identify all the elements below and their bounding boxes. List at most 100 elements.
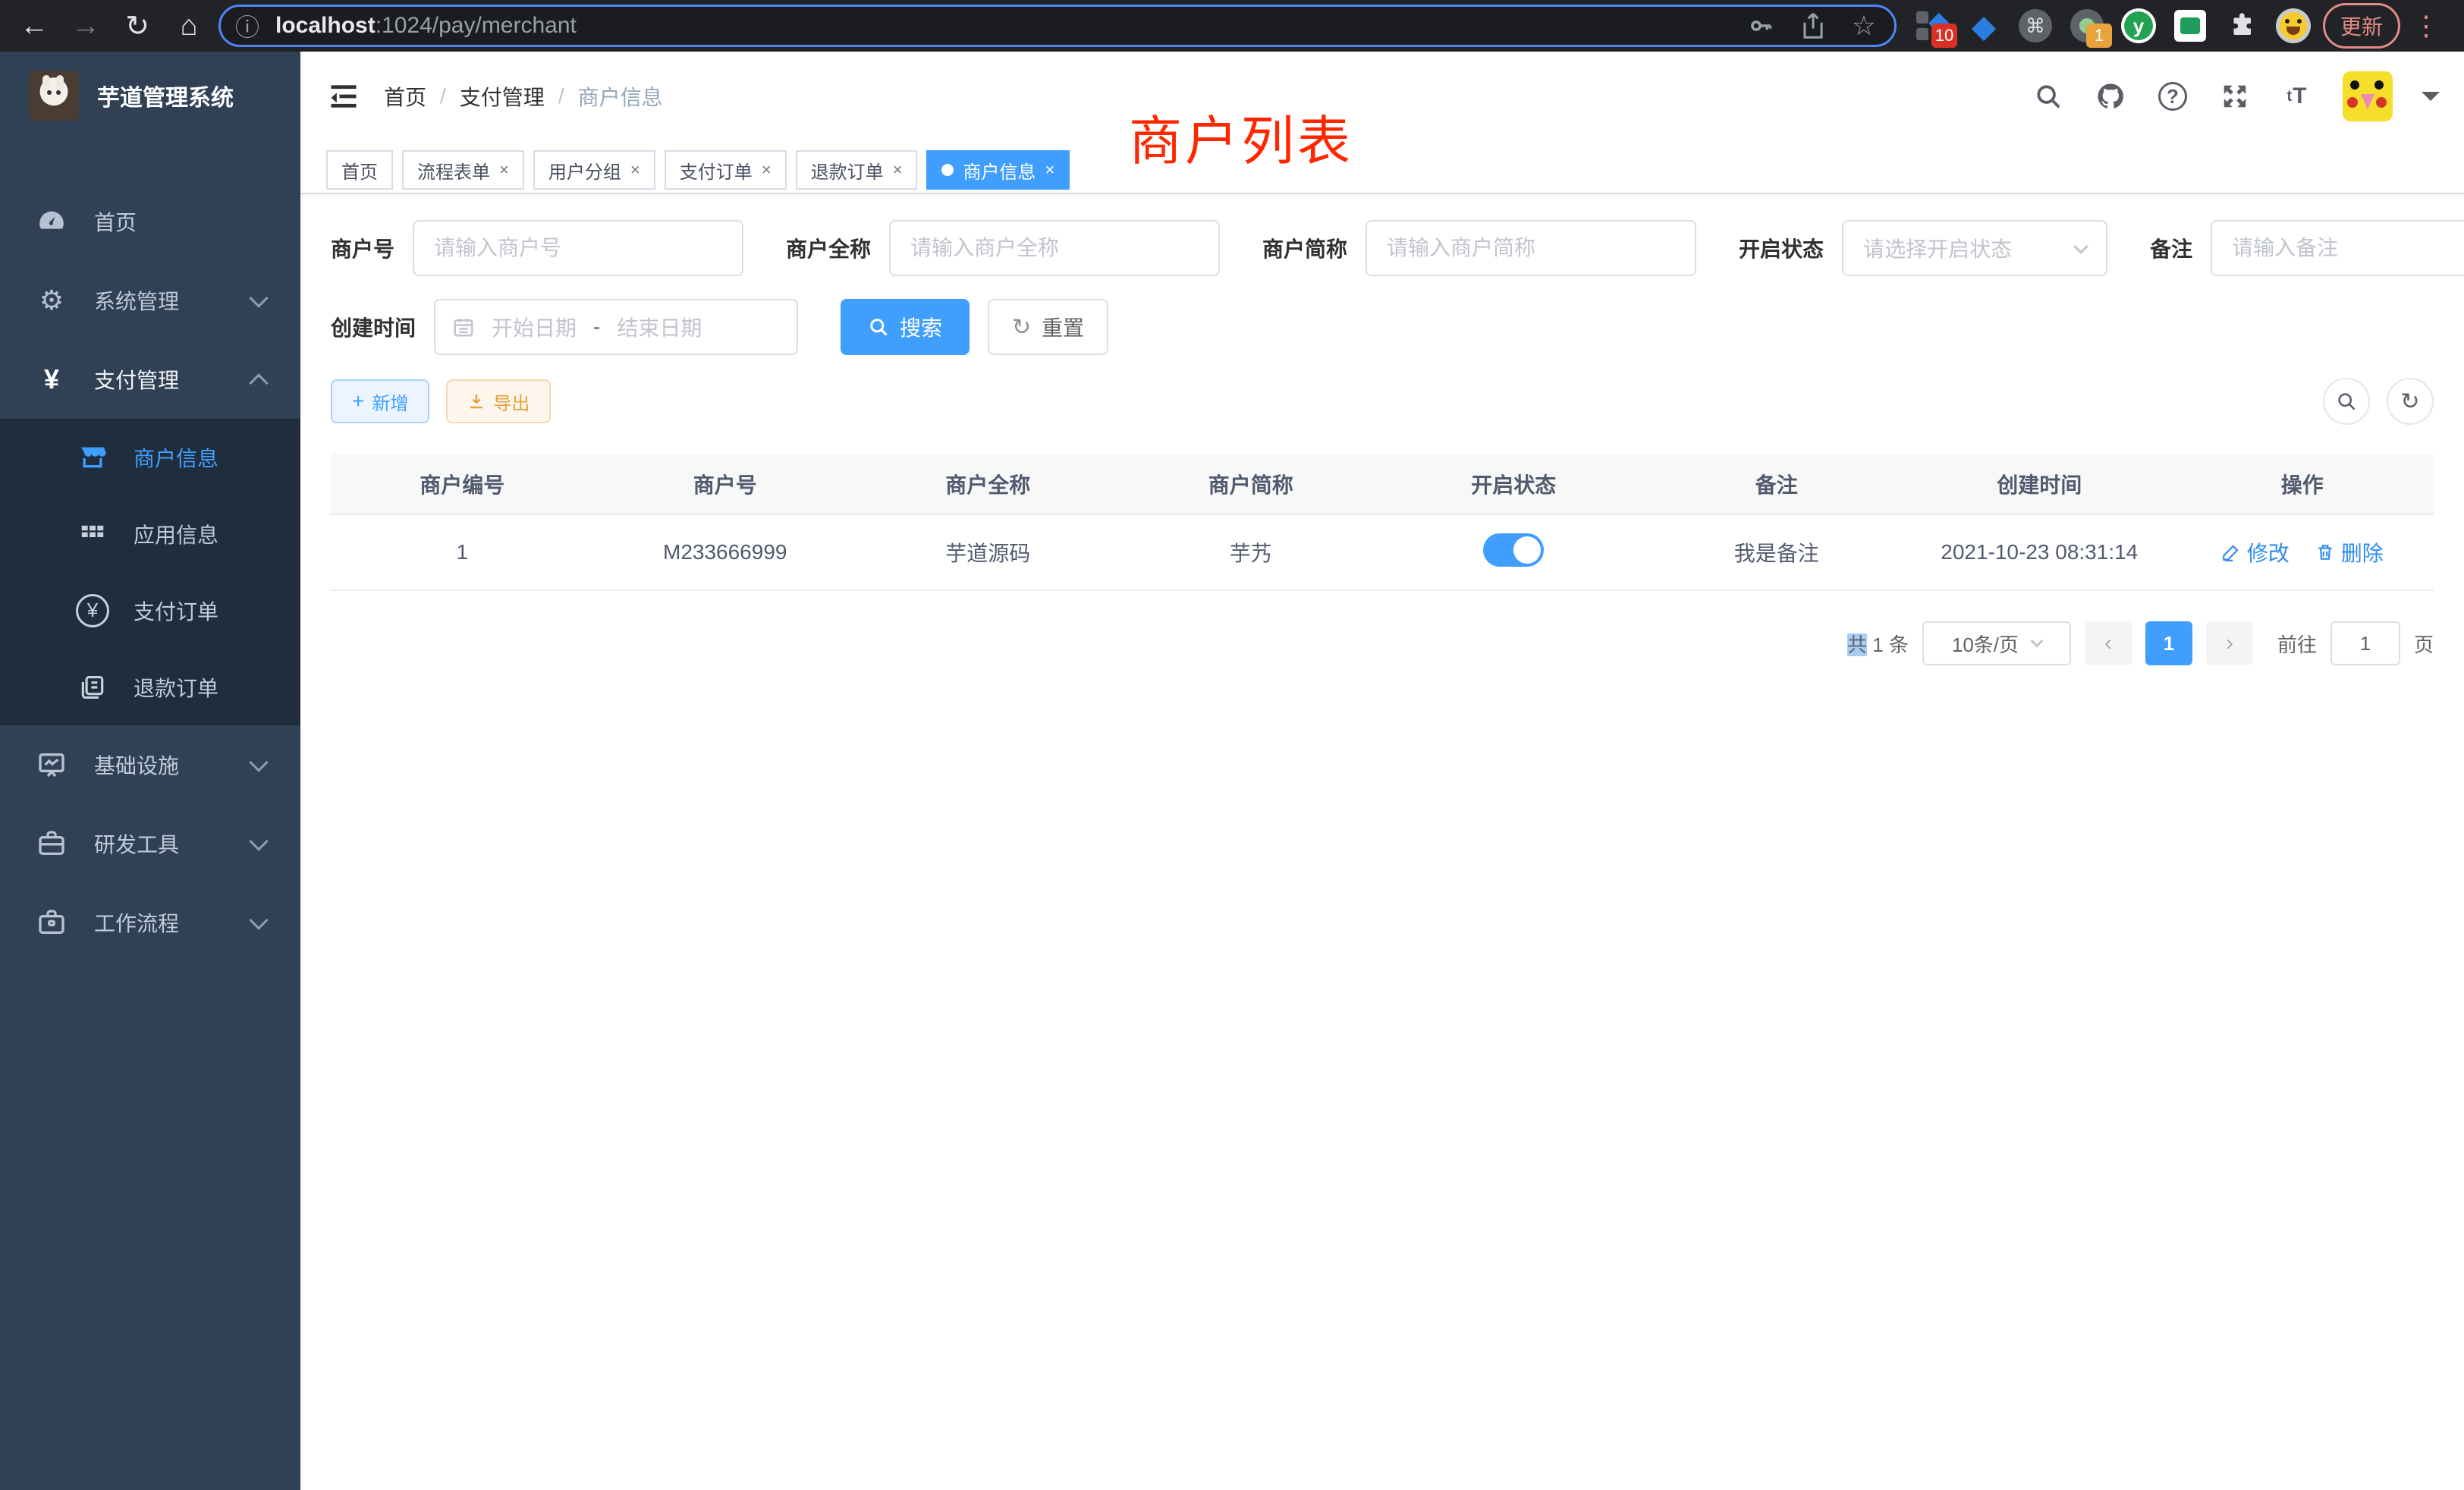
sidebar-item-system[interactable]: ⚙ 系统管理 [0,261,300,340]
filter-label-create-time: 创建时间 [331,312,416,342]
forward-icon[interactable]: → [64,4,108,48]
pagination-total: 共 1 条 [1847,630,1909,658]
table-row: 1 M233666999 芋道源码 芋艿 我是备注 2021-10-23 08:… [331,514,2434,590]
sidebar-item-label: 系统管理 [94,285,179,316]
short-name-input[interactable] [1366,220,1696,276]
extension-command-icon[interactable]: ⌘ [2018,8,2053,43]
sidebar-item-refund-orders[interactable]: 退款订单 [0,649,300,725]
share-icon[interactable] [1800,12,1826,39]
bookmark-star-icon[interactable]: ☆ [1852,10,1876,42]
search-icon[interactable] [2032,80,2065,113]
home-icon[interactable]: ⌂ [167,4,211,48]
browser-profile-avatar[interactable] [2276,8,2311,43]
plus-icon: + [352,389,364,413]
sidebar-item-dev-tools[interactable]: 研发工具 [0,804,300,883]
sidebar-item-label: 退款订单 [134,672,218,703]
browser-menu-icon[interactable]: ⋮ [2408,10,2444,42]
merchant-no-input[interactable] [413,220,743,276]
pay-circle-icon: ¥ [73,594,112,627]
search-button[interactable]: 搜索 [841,299,970,355]
edit-pencil-icon [2221,542,2241,562]
sidebar-item-pay-orders[interactable]: ¥ 支付订单 [0,572,300,649]
tab-home[interactable]: 首页 [326,150,393,190]
gear-icon: ⚙ [32,284,71,316]
extension-dot-icon[interactable]: 1 [2070,8,2104,43]
status-select[interactable]: 请选择开启状态 [1842,220,2107,276]
sidebar-item-label: 支付管理 [94,364,179,395]
tab-process-form[interactable]: 流程表单× [402,150,524,190]
next-page-button[interactable]: › [2206,621,2253,665]
current-page-button[interactable]: 1 [2145,621,2192,665]
reset-button[interactable]: ↻ 重置 [988,299,1108,355]
filter-label-remark: 备注 [2150,233,2192,263]
add-button[interactable]: + 新增 [331,379,429,423]
extensions-puzzle-icon[interactable] [2224,8,2259,43]
goto-page-input[interactable] [2330,621,2400,665]
sidebar-item-app-info[interactable]: 应用信息 [0,495,300,572]
browser-toolbar: ← → ↻ ⌂ ⓘ localhost:1024/pay/merchant ☆ … [0,0,2464,52]
reload-icon[interactable]: ↻ [115,4,159,48]
store-icon [73,442,112,473]
chevron-down-icon [249,288,268,307]
prev-page-button[interactable]: ‹ [2085,621,2132,665]
create-time-range-picker[interactable]: 开始日期 - 结束日期 [434,299,798,355]
close-icon[interactable]: × [762,160,772,180]
toggle-search-button[interactable] [2323,378,2370,425]
extension-yudao-icon[interactable]: y [2121,8,2156,43]
close-icon[interactable]: × [499,160,509,180]
sidebar-item-merchant-info[interactable]: 商户信息 [0,419,300,495]
cell-remark: 我是备注 [1645,514,1909,590]
page-unit-label: 页 [2414,630,2434,658]
font-size-icon[interactable]: tT [2280,80,2314,113]
back-icon[interactable]: ← [12,4,56,48]
github-icon[interactable] [2094,80,2127,113]
cell-short-name: 芋艿 [1120,514,1383,590]
browser-update-button[interactable]: 更新 [2323,3,2400,49]
sidebar-item-payment[interactable]: ¥ 支付管理 [0,340,300,419]
password-key-icon[interactable] [1747,12,1774,39]
fullscreen-icon[interactable] [2218,80,2252,113]
extension-grid-icon[interactable]: ◆ 10 [1915,8,1950,43]
help-icon[interactable]: ? [2156,80,2189,113]
remark-input[interactable] [2211,220,2464,276]
sidebar-item-label: 研发工具 [94,828,179,859]
extension-kite-icon[interactable]: ◆ [1966,8,2001,43]
breadcrumb: 首页 / 支付管理 / 商户信息 [384,81,663,112]
collapse-sidebar-icon[interactable] [325,77,363,115]
delete-link[interactable]: 删除 [2315,537,2384,567]
edit-link[interactable]: 修改 [2221,537,2290,567]
filter-label-merchant-no: 商户号 [331,233,394,263]
extension-badge-10: 10 [1931,24,1957,48]
red-annotation-merchant-list: 商户列表 [1129,99,1353,175]
sidebar-logo[interactable]: 芋道管理系统 [0,52,300,140]
tab-user-group[interactable]: 用户分组× [533,150,655,190]
breadcrumb-separator: / [440,84,446,108]
pagination: 共 1 条 10条/页 ‹ 1 › 前往 页 [331,621,2434,665]
refresh-table-button[interactable]: ↻ [2387,378,2434,425]
url-text[interactable]: localhost:1024/pay/merchant [275,13,577,39]
tab-refund-orders[interactable]: 退款订单× [796,150,918,190]
tab-merchant-info[interactable]: 商户信息× [926,150,1070,190]
breadcrumb-home[interactable]: 首页 [384,81,426,112]
sidebar-item-label: 支付订单 [134,596,218,626]
avatar-caret-icon[interactable] [2422,92,2440,110]
full-name-input[interactable] [889,220,1220,276]
chevron-down-icon [249,910,268,929]
site-info-icon[interactable]: ⓘ [231,10,263,42]
tab-pay-orders[interactable]: 支付订单× [665,150,787,190]
close-icon[interactable]: × [1045,160,1054,180]
close-icon[interactable]: × [630,160,640,180]
chevron-down-icon [2073,239,2088,254]
address-bar[interactable]: ⓘ localhost:1024/pay/merchant ☆ [218,5,1897,47]
extension-chat-icon[interactable] [2173,8,2208,43]
user-avatar[interactable] [2343,71,2393,121]
sidebar-item-home[interactable]: 首页 [0,182,300,261]
sidebar-item-infrastructure[interactable]: 基础设施 [0,725,300,804]
page-size-select[interactable]: 10条/页 [1922,621,2071,665]
download-icon [467,392,486,410]
close-icon[interactable]: × [893,160,903,180]
status-toggle[interactable] [1483,533,1544,567]
export-button[interactable]: 导出 [446,379,551,423]
breadcrumb-payment[interactable]: 支付管理 [460,81,545,112]
sidebar-item-workflow[interactable]: 工作流程 [0,883,300,962]
